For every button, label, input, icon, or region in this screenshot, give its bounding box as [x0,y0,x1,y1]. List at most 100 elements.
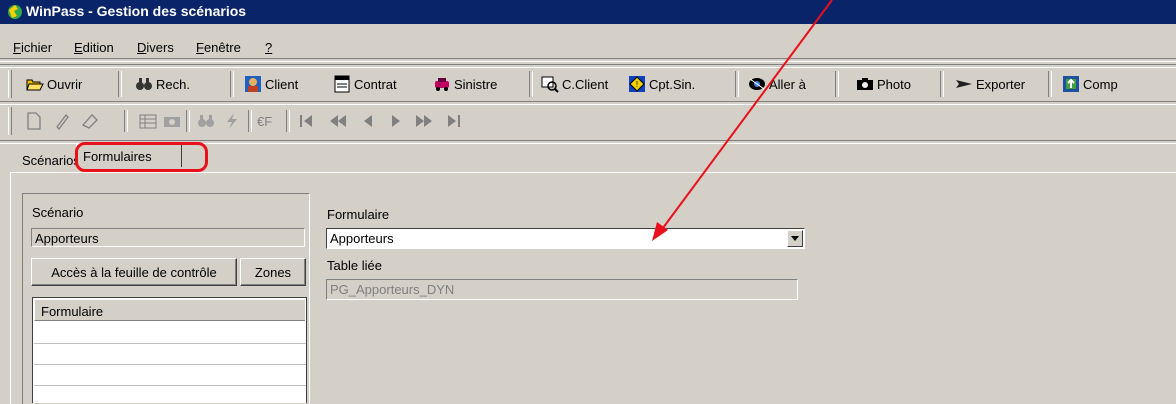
car-crash-icon [435,78,449,91]
claim-label: Sinistre [454,76,498,92]
list-row-line [34,364,306,365]
toolbar-divider [1048,71,1052,97]
formulaire-selected-value: Apporteurs [330,231,394,246]
comp-button[interactable]: Comp [1062,73,1118,95]
client-label: Client [265,76,299,92]
photo-label: Photo [877,76,911,92]
list-row-line [34,343,306,344]
lightning-icon[interactable] [222,111,242,131]
photo-button[interactable]: Photo [856,73,911,95]
toolbar2-divider [286,110,290,132]
folder-open-icon [26,79,44,91]
toolbar2-top-separator [0,101,1176,105]
c-client-button[interactable]: C.Client [541,73,608,95]
toolbar-divider [118,71,122,97]
table-field: PG_Apporteurs_DYN [326,279,798,300]
menu-fenetre[interactable]: Fenêtre [196,40,241,55]
list-icon[interactable] [138,111,158,131]
next-record-icon[interactable] [388,113,404,129]
list-header-label: Formulaire [41,304,104,319]
c-client-label: C.Client [562,76,609,92]
export-arrow-icon [956,80,972,88]
list-row-line [34,385,306,386]
menu-divers-label: ivers [146,40,174,55]
formulaire-label: Formulaire [327,207,390,222]
toolbar2-divider [124,110,128,132]
menu-fichier-accel: F [13,40,21,55]
access-control-sheet-button[interactable]: Accès à la feuille de contrôle [31,258,237,286]
toolbar-top-separator [0,64,1176,68]
dropdown-arrow-button[interactable] [787,230,803,247]
menu-edition-label: dition [82,40,114,55]
export-label: Exporter [976,76,1026,92]
formulaire-select[interactable]: Apporteurs [326,228,805,249]
eraser-icon[interactable] [80,111,100,131]
menu-edition-accel: E [74,40,83,55]
goto-button[interactable]: Aller à [748,73,806,95]
toolbar2-grip [8,107,12,135]
open-label: Ouvrir [47,76,83,92]
toolbar-divider [940,71,944,97]
search-button[interactable]: Rech. [135,73,190,95]
pencil-icon[interactable] [52,111,72,131]
contract-button[interactable]: Contrat [333,73,397,95]
next-page-icon[interactable] [414,113,434,129]
goto-label: Aller à [769,76,806,92]
annotation-highlight [75,142,208,172]
window-title: WinPass - Gestion des scénarios [26,3,247,19]
client-icon [245,76,261,92]
menu-help[interactable]: ? [265,40,272,55]
scenario-label: Scénario [32,205,84,220]
previous-record-icon[interactable] [360,113,376,129]
menu-edition[interactable]: Edition [74,40,114,55]
client-button[interactable]: Client [244,73,298,95]
title-bar: WinPass - Gestion des scénarios [0,0,1176,24]
menu-fenetre-label: enêtre [203,40,241,55]
zones-button[interactable]: Zones [240,258,306,286]
svg-text:!: ! [636,80,638,89]
menu-divers-accel: D [137,40,147,55]
toolbar2-divider [248,110,252,132]
toolbar-divider [230,71,234,97]
menu-fichier[interactable]: Fichier [13,40,52,55]
binoculars-icon [136,78,152,90]
cpt-sin-button[interactable]: ! Cpt.Sin. [628,73,695,95]
warning-sign-icon: ! [629,76,645,92]
table-label: Table liée [327,258,382,273]
tab-scenarios[interactable]: Scénarios [22,153,80,168]
toolbar-divider [735,71,739,97]
last-record-icon[interactable] [444,113,462,129]
search-label: Rech. [156,76,190,92]
menu-divers[interactable]: Divers [137,40,174,55]
toolbar2-divider [186,110,190,132]
open-button[interactable]: Ouvrir [26,73,82,95]
euro-icon[interactable]: €F [256,111,278,131]
export-button[interactable]: Exporter [955,73,1025,95]
list-column-header[interactable]: Formulaire [34,299,305,321]
scenario-field[interactable]: Apporteurs [31,228,305,247]
previous-page-icon[interactable] [328,113,348,129]
menu-separator [0,58,1176,62]
camera-icon [857,78,873,90]
first-record-icon[interactable] [298,113,316,129]
toolbar-divider [529,71,533,97]
camera-icon[interactable] [162,111,182,131]
comp-label: Comp [1083,76,1118,92]
toolbar-divider [835,71,839,97]
formulaire-list[interactable]: Formulaire [32,297,307,403]
toolbar-grip [8,70,12,98]
menu-bar: Fichier Edition Divers Fenêtre ? [0,38,1176,58]
comp-icon [1063,76,1079,92]
binoculars-icon[interactable] [196,111,216,131]
claim-button[interactable]: Sinistre [433,73,497,95]
cpt-sin-label: Cpt.Sin. [649,76,696,92]
new-page-icon[interactable] [24,111,44,131]
contract-label: Contrat [354,76,397,92]
menu-fichier-label: ichier [20,40,53,55]
winpass-logo-icon [8,5,22,19]
chevron-down-icon [791,236,799,241]
menu-help-accel: ? [265,40,273,55]
menu-fenetre-accel: F [196,40,204,55]
client-search-icon [541,76,559,93]
eye-icon [749,78,765,90]
